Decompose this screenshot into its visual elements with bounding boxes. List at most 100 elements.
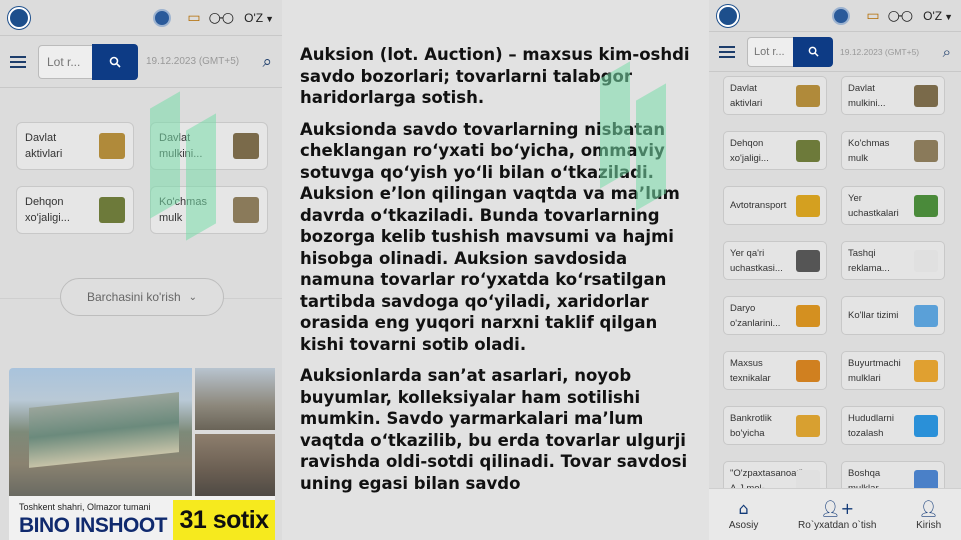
category-label: Daryo o'zanlarini... bbox=[730, 302, 781, 329]
banner-area-badge: 31 sotix bbox=[173, 500, 275, 540]
lot-banner[interactable]: Toshkent shahri, Olmazor tumani BINO INS… bbox=[9, 368, 275, 540]
category-label: Avtotransport bbox=[730, 200, 787, 211]
article-paragraph: Auksion (lot. Auction) – maxsus kim-oshd… bbox=[300, 45, 690, 107]
menu-icon[interactable] bbox=[719, 45, 735, 58]
category-label: Davlat aktivlari bbox=[25, 132, 63, 160]
category-card[interactable]: Ko'chmas mulk bbox=[150, 186, 268, 234]
category-icon bbox=[796, 304, 820, 327]
glasses-icon[interactable]: ○-○ bbox=[888, 8, 914, 24]
top-bar: ▭ ○-○ O'Z ▼ bbox=[0, 0, 282, 36]
buildings-icon bbox=[99, 133, 125, 159]
category-card[interactable]: Yer uchastkalari bbox=[841, 186, 945, 225]
category-icon bbox=[914, 139, 938, 162]
state-emblem-icon bbox=[832, 6, 851, 25]
category-icon bbox=[914, 304, 938, 327]
category-card[interactable]: Maxsus texnikalar bbox=[723, 351, 827, 390]
category-label: Tashqi reklama... bbox=[848, 247, 890, 274]
category-card[interactable]: Daryo o'zanlarini... bbox=[723, 296, 827, 335]
show-all-button[interactable]: Barchasini ko'rish ⌄ bbox=[60, 278, 224, 316]
monitor-icon[interactable]: ▭ bbox=[866, 8, 879, 24]
article-text: Auksion (lot. Auction) – maxsus kim-oshd… bbox=[282, 0, 709, 540]
lot-main-photo bbox=[9, 368, 192, 496]
nav-label: Asosiy bbox=[728, 519, 759, 531]
category-grid: Davlat aktivlari Davlat mulkini... Dehqo… bbox=[0, 88, 282, 234]
category-icon bbox=[796, 414, 820, 437]
category-card[interactable]: Davlat mulkini... bbox=[841, 76, 945, 115]
category-card[interactable]: Davlat aktivlari bbox=[723, 76, 827, 115]
category-card[interactable]: Hududlarni tozalash bbox=[841, 406, 945, 445]
category-label: Ko'chmas mulk bbox=[848, 137, 890, 164]
show-all-label: Barchasini ko'rish bbox=[86, 290, 181, 304]
nav-label: Kirish bbox=[916, 519, 942, 531]
site-logo[interactable] bbox=[717, 4, 739, 27]
bottom-nav: ⌂ Asosiy 👤︎+ Ro`yxatdan o`tish 👤︎ Kirish bbox=[709, 488, 961, 540]
search-button[interactable] bbox=[92, 43, 138, 80]
category-card[interactable]: Ko'chmas mulk bbox=[841, 131, 945, 170]
farmland-icon bbox=[99, 197, 125, 223]
nav-login[interactable]: 👤︎ Kirish bbox=[916, 499, 941, 531]
hammer-icon bbox=[233, 133, 259, 159]
category-card[interactable]: Bankrotlik bo'yicha bbox=[723, 406, 827, 445]
top-bar: ▭ ○-○ O'Z ▼ bbox=[709, 0, 961, 32]
category-label: Buyurtmachi mulklari bbox=[848, 357, 901, 384]
category-grid: Davlat aktivlari Davlat mulkini... Dehqon … bbox=[709, 72, 961, 500]
article-paragraph: Auksionlarda san’at asarlari, noyob buyu… bbox=[300, 366, 688, 493]
category-card[interactable]: Dehqon xo'jaligi... bbox=[16, 186, 134, 234]
search-toggle-icon[interactable]: ⌕ bbox=[262, 52, 272, 72]
search-icon bbox=[109, 56, 121, 68]
category-label: Bankrotlik bo'yicha bbox=[730, 412, 772, 439]
category-card[interactable]: Davlat mulkini... bbox=[150, 122, 268, 170]
category-label: Dehqon xo'jaligi... bbox=[25, 196, 70, 224]
user-icon: 👤︎ bbox=[918, 498, 939, 518]
category-label: Hududlarni tozalash bbox=[848, 412, 894, 439]
search-row: 19.12.2023 (GMT+5) ⌕ bbox=[0, 36, 282, 88]
category-label: Dehqon xo'jaligi... bbox=[730, 137, 769, 164]
category-icon bbox=[796, 194, 820, 217]
category-icon bbox=[796, 84, 820, 107]
category-card[interactable]: Buyurtmachi mulklari bbox=[841, 351, 945, 390]
category-card[interactable]: Yer qa'ri uchastkasi... bbox=[723, 241, 827, 280]
state-emblem-icon bbox=[153, 8, 172, 27]
banner-location: Toshkent shahri, Olmazor tumani bbox=[19, 502, 151, 512]
category-label: Davlat mulkini... bbox=[159, 132, 203, 160]
category-icon bbox=[796, 249, 820, 272]
nav-register[interactable]: 👤︎+ Ro`yxatdan o`tish bbox=[798, 499, 876, 531]
language-select[interactable]: O'Z ▼ bbox=[244, 11, 274, 25]
lot-search-input[interactable] bbox=[38, 44, 92, 79]
category-label: Yer uchastkalari bbox=[848, 192, 899, 219]
banner-title: BINO INSHOOT bbox=[19, 514, 168, 537]
menu-icon[interactable] bbox=[10, 55, 26, 68]
server-date: 19.12.2023 (GMT+5) bbox=[840, 46, 920, 57]
chevron-down-icon: ⌄ bbox=[188, 291, 198, 303]
language-select[interactable]: O'Z ▼ bbox=[923, 9, 953, 23]
site-logo[interactable] bbox=[8, 6, 30, 29]
search-toggle-icon[interactable]: ⌕ bbox=[943, 43, 951, 61]
category-icon bbox=[914, 359, 938, 382]
category-card[interactable]: Dehqon xo'jaligi... bbox=[723, 131, 827, 170]
monitor-icon[interactable]: ▭ bbox=[187, 10, 200, 26]
server-date: 19.12.2023 (GMT+5) bbox=[146, 56, 240, 67]
category-icon bbox=[796, 139, 820, 162]
glasses-icon[interactable]: ○-○ bbox=[209, 10, 235, 26]
home-icon: ⌂ bbox=[738, 498, 749, 518]
category-card[interactable]: Tashqi reklama... bbox=[841, 241, 945, 280]
banner-caption: Toshkent shahri, Olmazor tumani BINO INS… bbox=[9, 496, 275, 540]
search-button[interactable] bbox=[793, 36, 833, 67]
category-icon bbox=[914, 84, 938, 107]
category-label: Maxsus texnikalar bbox=[730, 357, 771, 384]
article-paragraph: Auksionda savdo tovarlarning nisbatan ch… bbox=[300, 119, 680, 354]
building-icon bbox=[233, 197, 259, 223]
add-user-icon: 👤︎+ bbox=[820, 498, 855, 518]
nav-home[interactable]: ⌂ Asosiy bbox=[729, 499, 758, 531]
category-card[interactable]: Ko'llar tizimi bbox=[841, 296, 945, 335]
category-card[interactable]: Davlat aktivlari bbox=[16, 122, 134, 170]
nav-label: Ro`yxatdan o`tish bbox=[798, 519, 877, 531]
search-row: 19.12.2023 (GMT+5) ⌕ bbox=[709, 32, 961, 72]
lot-side-photo bbox=[195, 434, 275, 496]
category-icon bbox=[914, 194, 938, 217]
lot-search-input[interactable] bbox=[747, 36, 793, 67]
category-label: Ko'chmas mulk bbox=[159, 196, 207, 224]
right-app-panel: ▭ ○-○ O'Z▼ 19.12.2023 (GMT+5) ⌕ Davlat a… bbox=[709, 0, 961, 540]
lot-side-photo bbox=[195, 368, 275, 430]
category-card[interactable]: Avtotransport bbox=[723, 186, 827, 225]
